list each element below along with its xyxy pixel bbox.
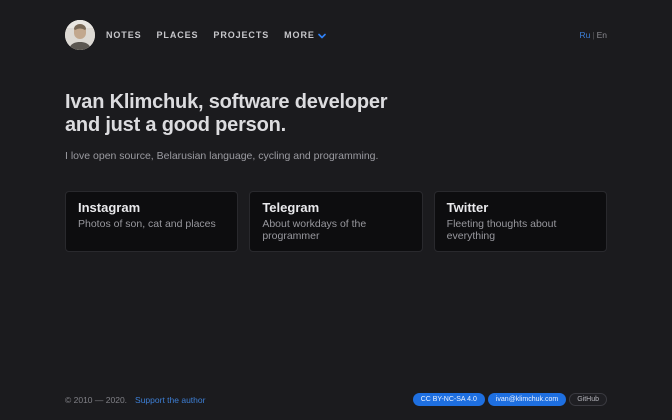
page-title-line-2: and just a good person. [65, 114, 607, 137]
card-twitter-description: Fleeting thoughts about everything [447, 218, 594, 242]
page-title: Ivan Klimchuk, software developer and ju… [65, 91, 607, 137]
language-switcher: Ru|En [580, 30, 608, 40]
license-badge[interactable]: CC BY-NC-SA 4.0 [413, 393, 485, 406]
hero-section: Ivan Klimchuk, software developer and ju… [65, 91, 607, 162]
avatar-photo [65, 20, 95, 50]
page-title-line-1: Ivan Klimchuk, software developer [65, 91, 607, 114]
card-instagram-title: Instagram [78, 200, 225, 215]
footer-badges: CC BY-NC-SA 4.0 ivan@klimchuk.com GitHub [413, 393, 607, 406]
copyright-text: © 2010 — 2020. [65, 395, 127, 405]
card-telegram-description: About workdays of the programmer [262, 218, 409, 242]
lang-ru-link[interactable]: Ru [580, 30, 591, 40]
card-instagram-description: Photos of son, cat and places [78, 218, 225, 230]
email-badge[interactable]: ivan@klimchuk.com [488, 393, 566, 406]
card-telegram[interactable]: Telegram About workdays of the programme… [249, 191, 422, 252]
nav-item-projects[interactable]: PROJECTS [213, 30, 269, 40]
card-twitter[interactable]: Twitter Fleeting thoughts about everythi… [434, 191, 607, 252]
nav-item-more[interactable]: MORE [284, 30, 326, 41]
nav-item-notes[interactable]: NOTES [106, 30, 142, 40]
lang-divider: | [592, 30, 594, 40]
nav-item-more-label: MORE [284, 30, 315, 40]
card-instagram[interactable]: Instagram Photos of son, cat and places [65, 191, 238, 252]
nav-item-places[interactable]: PLACES [157, 30, 199, 40]
chevron-down-icon [318, 31, 326, 41]
social-cards: Instagram Photos of son, cat and places … [65, 191, 607, 252]
footer: © 2010 — 2020. Support the author CC BY-… [65, 393, 607, 406]
hero-subtitle: I love open source, Belarusian language,… [65, 150, 607, 162]
nav-links: NOTES PLACES PROJECTS MORE [106, 30, 326, 41]
page: NOTES PLACES PROJECTS MORE Ru|En Ivan Kl… [0, 0, 672, 420]
card-twitter-title: Twitter [447, 200, 594, 215]
top-nav: NOTES PLACES PROJECTS MORE Ru|En [65, 20, 607, 50]
github-badge[interactable]: GitHub [569, 393, 607, 406]
support-author-link[interactable]: Support the author [135, 395, 205, 405]
card-telegram-title: Telegram [262, 200, 409, 215]
avatar[interactable] [65, 20, 95, 50]
lang-en-current: En [597, 30, 607, 40]
